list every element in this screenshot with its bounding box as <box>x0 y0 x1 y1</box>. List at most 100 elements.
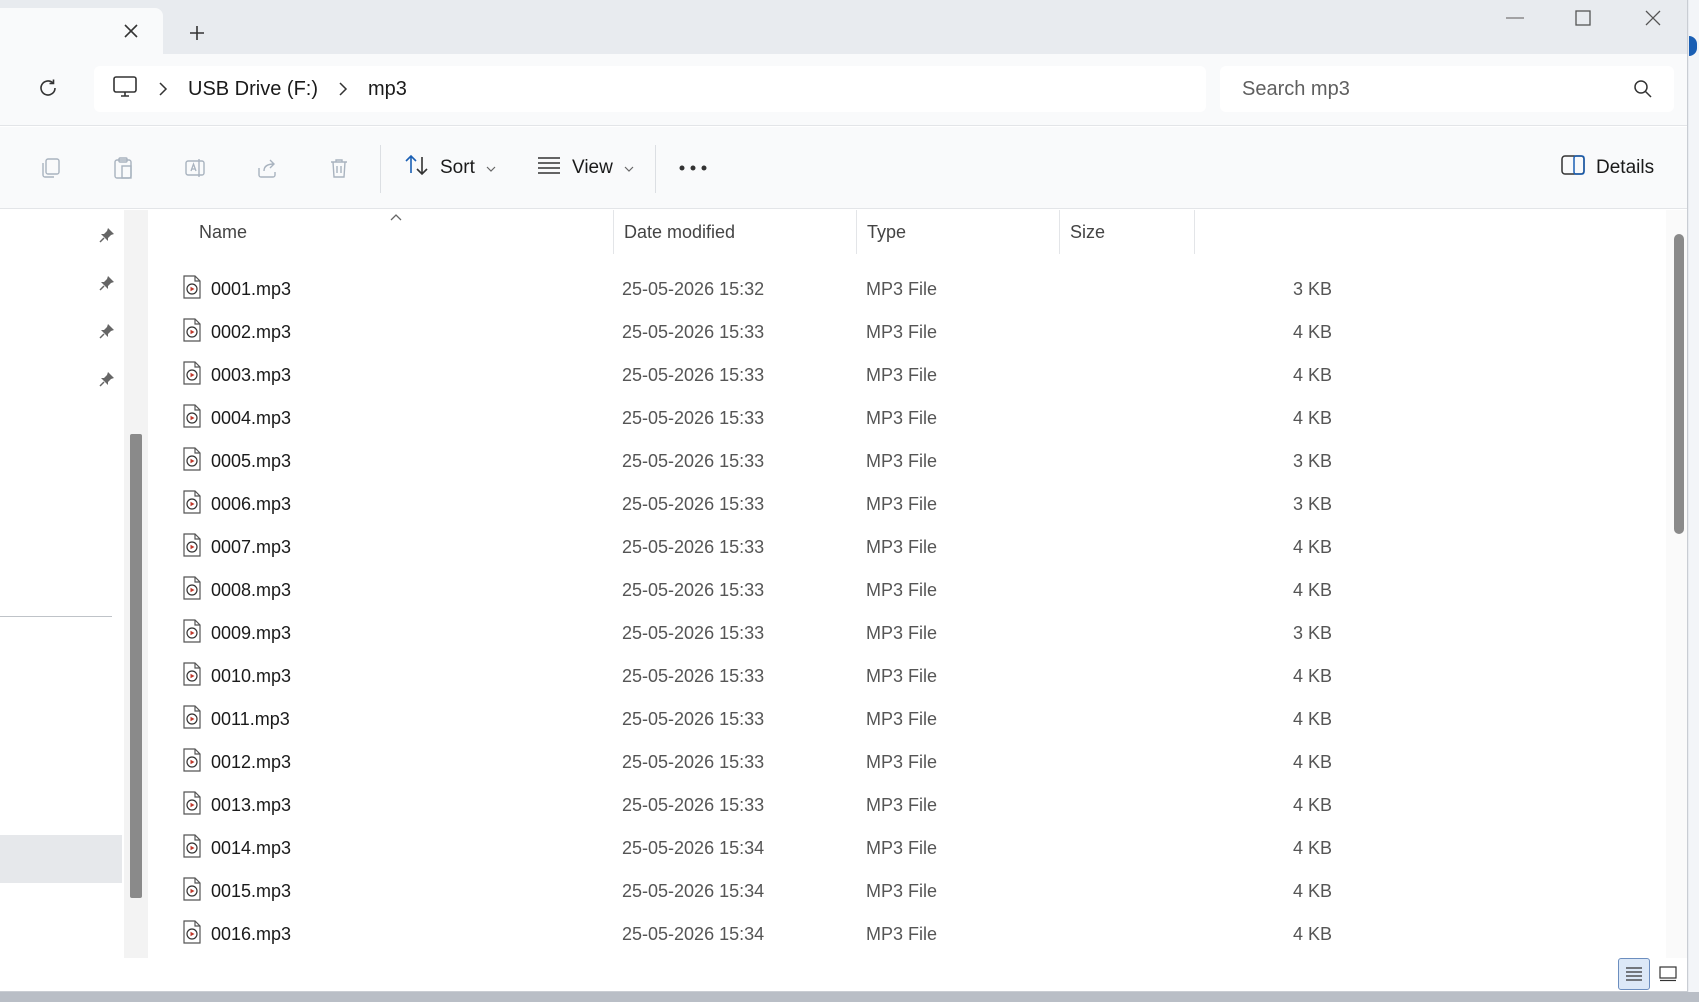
refresh-icon[interactable] <box>30 70 66 106</box>
file-row[interactable]: 0012.mp3 25-05-2026 15:33 MP3 File 4 KB <box>148 741 1332 784</box>
file-name: 0016.mp3 <box>211 924 292 944</box>
file-explorer-window: USB Drive (F:) mp3 Search mp3 Sort View … <box>0 0 1688 992</box>
column-separator[interactable] <box>1194 210 1195 254</box>
mp3-file-icon <box>182 576 202 600</box>
search-icon[interactable] <box>1632 78 1654 100</box>
background-app-edge <box>1689 36 1697 56</box>
file-row[interactable]: 0009.mp3 25-05-2026 15:33 MP3 File 3 KB <box>148 612 1332 655</box>
maximize-icon[interactable] <box>1548 0 1618 36</box>
file-row[interactable]: 0002.mp3 25-05-2026 15:33 MP3 File 4 KB <box>148 311 1332 354</box>
file-size: 4 KB <box>1292 365 1332 385</box>
view-list-icon <box>536 155 562 181</box>
pin-icon[interactable] <box>98 322 120 344</box>
column-header-size[interactable]: Size <box>1060 210 1194 254</box>
navigation-pane <box>0 210 124 958</box>
file-row[interactable]: 0008.mp3 25-05-2026 15:33 MP3 File 4 KB <box>148 569 1332 612</box>
file-row[interactable]: 0016.mp3 25-05-2026 15:34 MP3 File 4 KB <box>148 913 1332 956</box>
chevron-right-icon[interactable] <box>326 77 360 101</box>
active-tab[interactable] <box>0 8 163 54</box>
file-row[interactable]: 0013.mp3 25-05-2026 15:33 MP3 File 4 KB <box>148 784 1332 827</box>
file-name: 0015.mp3 <box>211 881 292 901</box>
file-row[interactable]: 0005.mp3 25-05-2026 15:33 MP3 File 3 KB <box>148 440 1332 483</box>
file-row[interactable]: 0015.mp3 25-05-2026 15:34 MP3 File 4 KB <box>148 870 1332 913</box>
file-row[interactable]: 0014.mp3 25-05-2026 15:34 MP3 File 4 KB <box>148 827 1332 870</box>
file-date-modified: 25-05-2026 15:33 <box>622 623 765 643</box>
file-type: MP3 File <box>866 408 938 428</box>
toolbar-divider <box>655 145 656 193</box>
mp3-file-icon <box>182 275 202 299</box>
rename-icon[interactable] <box>178 151 212 185</box>
file-type: MP3 File <box>866 795 938 815</box>
mp3-file-icon <box>182 447 202 471</box>
file-name: 0013.mp3 <box>211 795 292 815</box>
file-rows: 0001.mp3 25-05-2026 15:32 MP3 File 3 KB 0002… <box>148 268 1332 956</box>
details-view-icon[interactable] <box>1618 958 1650 990</box>
pin-icon[interactable] <box>98 370 120 392</box>
chevron-right-icon[interactable] <box>146 77 180 101</box>
file-size: 3 KB <box>1292 451 1332 471</box>
file-date-modified: 25-05-2026 15:34 <box>622 924 765 944</box>
file-size: 4 KB <box>1292 924 1332 944</box>
nav-scrollbar-thumb[interactable] <box>130 434 142 898</box>
mp3-file-icon <box>182 834 202 858</box>
file-row[interactable]: 0007.mp3 25-05-2026 15:33 MP3 File 4 KB <box>148 526 1332 569</box>
file-row[interactable]: 0011.mp3 25-05-2026 15:33 MP3 File 4 KB <box>148 698 1332 741</box>
chevron-down-icon <box>485 157 497 179</box>
file-date-modified: 25-05-2026 15:33 <box>622 322 765 342</box>
large-icons-view-icon[interactable] <box>1652 958 1684 990</box>
mp3-file-icon <box>182 533 202 557</box>
file-row[interactable]: 0010.mp3 25-05-2026 15:33 MP3 File 4 KB <box>148 655 1332 698</box>
search-box[interactable] <box>1220 66 1674 112</box>
sort-label: Sort <box>440 157 475 178</box>
mp3-file-icon <box>182 920 202 944</box>
column-header-type[interactable]: Type <box>857 210 1057 254</box>
more-options-icon[interactable] <box>676 151 710 185</box>
paste-icon[interactable] <box>106 151 140 185</box>
pin-icon[interactable] <box>98 226 120 248</box>
file-name: 0005.mp3 <box>211 451 292 471</box>
computer-icon[interactable] <box>112 75 138 104</box>
file-type: MP3 File <box>866 580 938 600</box>
file-type: MP3 File <box>866 666 938 686</box>
file-size: 3 KB <box>1292 494 1332 514</box>
command-bar: Sort View Details <box>0 127 1687 209</box>
file-row[interactable]: 0001.mp3 25-05-2026 15:32 MP3 File 3 KB <box>148 268 1332 311</box>
share-icon[interactable] <box>250 151 284 185</box>
pin-icon[interactable] <box>98 274 120 296</box>
delete-icon[interactable] <box>322 151 356 185</box>
mp3-file-icon <box>182 404 202 428</box>
breadcrumb-usb-drive[interactable]: USB Drive (F:) <box>188 78 318 101</box>
file-type: MP3 File <box>866 537 938 557</box>
mp3-file-icon <box>182 490 202 514</box>
file-row[interactable]: 0004.mp3 25-05-2026 15:33 MP3 File 4 KB <box>148 397 1332 440</box>
breadcrumb-mp3[interactable]: mp3 <box>368 78 407 101</box>
file-row[interactable]: 0006.mp3 25-05-2026 15:33 MP3 File 3 KB <box>148 483 1332 526</box>
file-name: 0003.mp3 <box>211 365 292 385</box>
minimize-icon[interactable] <box>1480 0 1550 36</box>
file-list-scrollbar-thumb[interactable] <box>1674 234 1684 534</box>
file-size: 4 KB <box>1292 838 1332 858</box>
plus-icon[interactable] <box>182 18 212 48</box>
file-size: 3 KB <box>1292 623 1332 643</box>
search-input[interactable] <box>1242 77 1622 101</box>
file-type: MP3 File <box>866 838 938 858</box>
file-type: MP3 File <box>866 279 938 299</box>
window-close-icon[interactable] <box>1618 0 1687 36</box>
file-row[interactable]: 0003.mp3 25-05-2026 15:33 MP3 File 4 KB <box>148 354 1332 397</box>
column-header-name[interactable]: Name <box>189 210 561 254</box>
file-name: 0007.mp3 <box>211 537 292 557</box>
copy-icon[interactable] <box>34 151 68 185</box>
mp3-file-icon <box>182 877 202 901</box>
details-pane-button[interactable]: Details <box>1560 147 1654 189</box>
file-date-modified: 25-05-2026 15:33 <box>622 494 765 514</box>
file-name: 0004.mp3 <box>211 408 292 428</box>
sort-button[interactable]: Sort <box>404 147 497 189</box>
address-bar[interactable]: USB Drive (F:) mp3 <box>94 66 1206 112</box>
file-date-modified: 25-05-2026 15:33 <box>622 451 765 471</box>
column-header-date[interactable]: Date modified <box>614 210 836 254</box>
nav-selected-item[interactable] <box>0 835 122 883</box>
file-size: 4 KB <box>1292 580 1332 600</box>
view-button[interactable]: View <box>536 147 635 189</box>
column-headers: Name Date modified Type Size <box>148 210 1200 254</box>
close-icon[interactable] <box>118 18 144 44</box>
